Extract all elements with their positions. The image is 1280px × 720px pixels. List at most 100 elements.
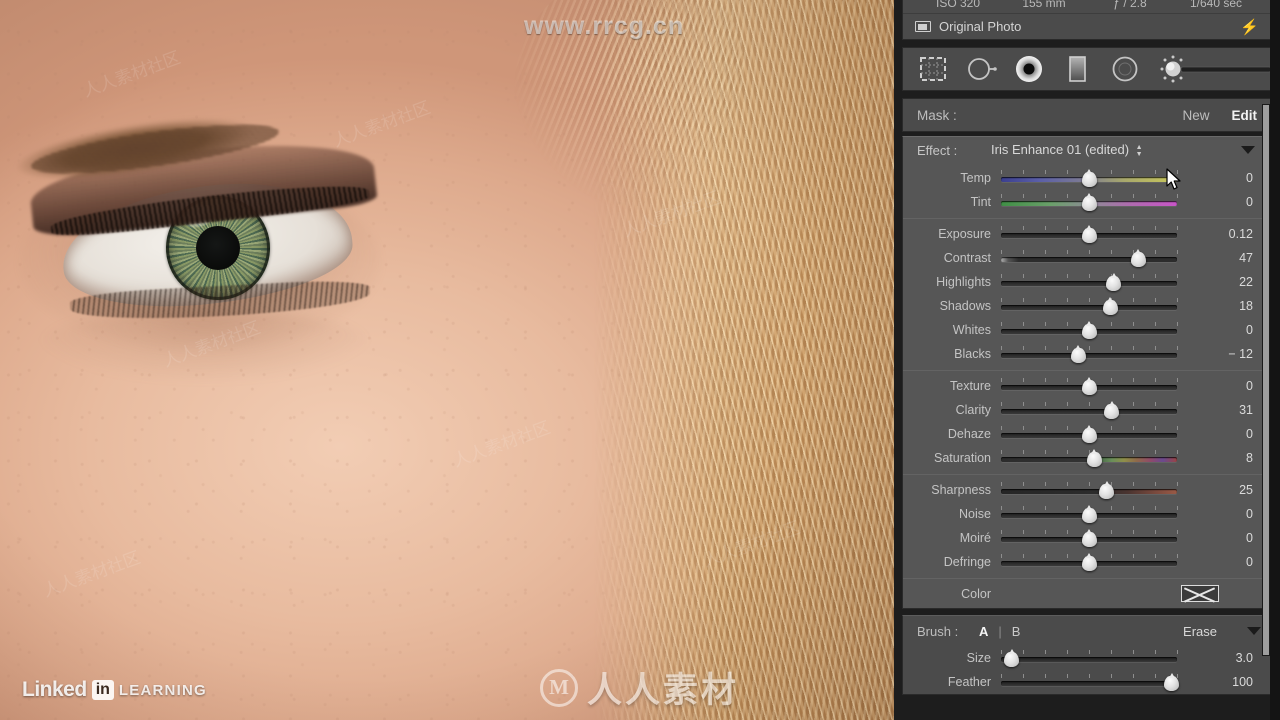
slider-track-wrap[interactable] [1001, 248, 1178, 268]
lightning-bolt-icon[interactable]: ⚡ [1240, 18, 1259, 36]
effect-row: Effect : Iris Enhance 01 (edited) ▲ ▼ [903, 137, 1271, 163]
radial-filter-tool[interactable] [1109, 53, 1141, 85]
slider-thumb[interactable] [1164, 673, 1180, 691]
slider-track-wrap[interactable] [1001, 320, 1178, 340]
mask-edit-button[interactable]: Edit [1232, 108, 1258, 123]
slider-thumb[interactable] [1081, 505, 1097, 523]
brush-erase-button[interactable]: Erase [1183, 624, 1217, 639]
slider-row-temp[interactable]: Temp 0 [903, 166, 1271, 190]
color-swatch-button[interactable] [1181, 585, 1219, 602]
slider-track-wrap[interactable] [1001, 296, 1178, 316]
slider-track[interactable] [1001, 657, 1177, 662]
slider-track-wrap[interactable] [1001, 376, 1178, 396]
slider-row-tint[interactable]: Tint 0 [903, 190, 1271, 214]
lightroom-develop-screen: www.rrcg.cn Linked in LEARNING M 人人素材 人人… [0, 0, 1280, 720]
slider-row-size[interactable]: Size 3.0 [903, 646, 1271, 670]
exif-strip: ISO 320 155 mm ƒ / 2.8 1/640 sec [903, 0, 1271, 13]
slider-thumb[interactable] [1070, 345, 1086, 363]
photo-frame-icon [915, 21, 931, 32]
slider-track-wrap[interactable] [1001, 272, 1178, 292]
slider-track-wrap[interactable] [1001, 672, 1180, 692]
slider-row-exposure[interactable]: Exposure 0.12 [903, 222, 1271, 246]
slider-label: Dehaze [947, 427, 991, 441]
slider-thumb[interactable] [1081, 169, 1097, 187]
slider-row-texture[interactable]: Texture 0 [903, 374, 1271, 398]
slider-thumb[interactable] [1104, 401, 1120, 419]
slider-row-moir-[interactable]: Moiré 0 [903, 526, 1271, 550]
slider-track[interactable] [1001, 281, 1177, 286]
slider-thumb[interactable] [1130, 249, 1146, 267]
brush-disclosure-triangle-icon[interactable] [1247, 627, 1261, 635]
photo-vignette [0, 0, 894, 720]
slider-value: 0.12 [1228, 227, 1253, 241]
slider-row-blacks[interactable]: Blacks − 12 [903, 342, 1271, 366]
slider-value: 47 [1239, 251, 1253, 265]
slider-row-saturation[interactable]: Saturation 8 [903, 446, 1271, 470]
brush-a-button[interactable]: A [979, 624, 988, 639]
slider-ticks [1001, 346, 1178, 351]
slider-track-wrap[interactable] [1001, 648, 1178, 668]
slider-track-wrap[interactable] [1001, 192, 1178, 212]
slider-row-shadows[interactable]: Shadows 18 [903, 294, 1271, 318]
slider-thumb[interactable] [1081, 425, 1097, 443]
slider-track[interactable] [1001, 305, 1177, 310]
panel-scrollbar[interactable] [1262, 104, 1270, 656]
graduated-filter-tool[interactable] [1061, 53, 1093, 85]
chevron-updown-icon[interactable]: ▲ ▼ [1136, 144, 1143, 158]
slider-track-wrap[interactable] [1001, 400, 1178, 420]
slider-thumb[interactable] [1081, 321, 1097, 339]
slider-thumb[interactable] [1081, 553, 1097, 571]
slider-track[interactable] [1001, 681, 1177, 686]
slider-track-wrap[interactable] [1001, 552, 1178, 572]
slider-thumb[interactable] [1081, 529, 1097, 547]
slider-track-wrap[interactable] [1001, 448, 1178, 468]
crop-overlay-tool[interactable] [917, 53, 949, 85]
slider-thumb[interactable] [1099, 481, 1115, 499]
slider-track-wrap[interactable] [1001, 168, 1178, 188]
slider-track-wrap[interactable] [1001, 224, 1178, 244]
slider-row-contrast[interactable]: Contrast 47 [903, 246, 1271, 270]
slider-thumb[interactable] [1106, 273, 1122, 291]
slider-track-wrap[interactable] [1001, 344, 1178, 364]
photo-canvas[interactable]: www.rrcg.cn Linked in LEARNING M 人人素材 人人… [0, 0, 894, 720]
slider-row-noise[interactable]: Noise 0 [903, 502, 1271, 526]
mask-new-button[interactable]: New [1182, 108, 1209, 123]
adjustment-brush-tool[interactable] [1157, 53, 1277, 85]
slider-row-dehaze[interactable]: Dehaze 0 [903, 422, 1271, 446]
brush-b-button[interactable]: B [1012, 624, 1021, 639]
slider-track[interactable] [1001, 489, 1177, 494]
slider-value: 0 [1246, 507, 1253, 521]
slider-track-wrap[interactable] [1001, 480, 1178, 500]
original-photo-row[interactable]: Original Photo ⚡ [903, 13, 1271, 39]
panel-disclosure-triangle-icon[interactable] [1241, 146, 1255, 154]
slider-thumb[interactable] [1081, 225, 1097, 243]
slider-row-defringe[interactable]: Defringe 0 [903, 550, 1271, 574]
slider-row-highlights[interactable]: Highlights 22 [903, 270, 1271, 294]
slider-row-whites[interactable]: Whites 0 [903, 318, 1271, 342]
slider-thumb[interactable] [1004, 649, 1020, 667]
watermark-center: M 人人素材 [540, 662, 739, 713]
slider-track-wrap[interactable] [1001, 424, 1178, 444]
watermark-linkedin-learning: LEARNING [118, 681, 207, 699]
slider-track[interactable] [1001, 353, 1177, 358]
slider-thumb[interactable] [1081, 377, 1097, 395]
effect-preset-dropdown[interactable]: Iris Enhance 01 (edited) ▲ ▼ [991, 142, 1241, 157]
slider-label: Tint [970, 195, 991, 209]
mask-row: Mask : New Edit [902, 98, 1272, 132]
slider-row-clarity[interactable]: Clarity 31 [903, 398, 1271, 422]
slider-track-wrap[interactable] [1001, 504, 1178, 524]
slider-label: Shadows [939, 299, 991, 313]
slider-track-wrap[interactable] [1001, 528, 1178, 548]
slider-label: Feather [947, 675, 991, 689]
red-eye-correction-tool[interactable] [1013, 53, 1045, 85]
slider-thumb[interactable] [1102, 297, 1118, 315]
slider-thumb[interactable] [1086, 449, 1102, 467]
slider-track[interactable] [1001, 409, 1177, 414]
slider-thumb[interactable] [1081, 193, 1097, 211]
color-row[interactable]: Color [903, 578, 1271, 608]
slider-row-sharpness[interactable]: Sharpness 25 [903, 478, 1271, 502]
slider-track[interactable] [1001, 257, 1177, 262]
spot-removal-tool[interactable] [965, 53, 997, 85]
slider-value: 31 [1239, 403, 1253, 417]
slider-row-feather[interactable]: Feather 100 [903, 670, 1271, 694]
